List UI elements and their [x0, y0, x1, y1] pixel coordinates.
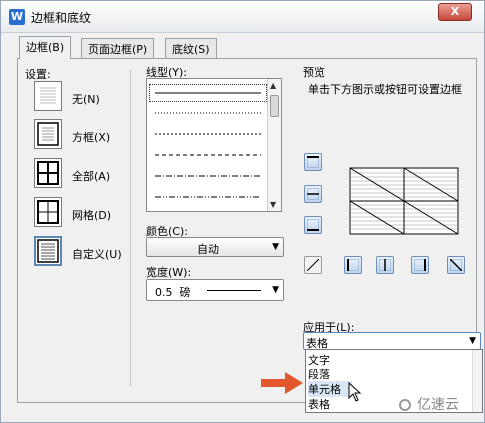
right-border-button[interactable] [411, 256, 429, 274]
setting-all-label[interactable]: 全部(A) [72, 168, 110, 184]
tab-borders[interactable]: 边框(B) [19, 36, 72, 59]
width-value: 0.5 磅 [155, 286, 191, 299]
tab-shading[interactable]: 底纹(S) [165, 38, 217, 58]
tab-page-border[interactable]: 页面边框(P) [81, 38, 155, 58]
diagonal-up-border-button[interactable] [304, 256, 322, 274]
red-arrow-icon [261, 372, 303, 394]
wps-app-icon: W [9, 9, 25, 25]
scroll-down-icon[interactable]: ▼ [270, 200, 276, 209]
mouse-cursor-icon [348, 382, 362, 402]
setting-none-label[interactable]: 无(N) [72, 91, 100, 107]
diagonal-down-border-button[interactable] [447, 256, 465, 274]
line-style-samples[interactable] [147, 79, 269, 211]
bottom-border-button[interactable] [304, 216, 322, 234]
setting-grid-icon[interactable] [34, 197, 62, 227]
inside-vertical-border-button[interactable] [376, 256, 394, 274]
settings-label: 设置: [25, 68, 51, 81]
setting-all-icon[interactable] [34, 158, 62, 188]
option-paragraph[interactable]: 段落 [308, 366, 330, 382]
inside-horizontal-border-button[interactable] [304, 185, 322, 203]
line-style-list[interactable]: ▲ ▼ [146, 78, 282, 212]
color-dropdown[interactable]: 自动 ▼ [146, 237, 284, 257]
line-style-scrollbar[interactable]: ▲ ▼ [267, 79, 281, 211]
apply-to-dropdown[interactable]: 表格 ▼ [303, 332, 481, 350]
options-scrollbar[interactable] [472, 350, 482, 412]
border-preview-table[interactable] [349, 167, 459, 235]
setting-box-icon[interactable] [34, 119, 62, 149]
option-table[interactable]: 表格 [308, 396, 330, 412]
option-cell[interactable]: 单元格 [308, 381, 352, 397]
setting-none-icon[interactable] [34, 81, 62, 111]
borders-shading-dialog: W 边框和底纹 X 边框(B) 页面边框(P) 底纹(S) 设置: 无(N) 方… [0, 0, 485, 423]
width-dropdown[interactable]: 0.5 磅 ▼ [146, 279, 284, 301]
setting-custom-label[interactable]: 自定义(U) [72, 246, 122, 262]
watermark-logo-icon [399, 399, 411, 411]
preview-hint: 单击下方图示或按钮可设置边框 [308, 83, 462, 96]
setting-box-label[interactable]: 方框(X) [72, 129, 110, 145]
color-value: 自动 [197, 243, 219, 256]
title-bar: W 边框和底纹 X [1, 1, 484, 33]
width-sample-line [207, 290, 261, 291]
column-divider [130, 69, 131, 387]
chevron-down-icon: ▼ [272, 285, 279, 295]
preview-label: 预览 [303, 66, 325, 79]
chevron-down-icon: ▼ [469, 336, 476, 346]
window-title: 边框和底纹 [31, 11, 92, 25]
setting-grid-label[interactable]: 网格(D) [72, 207, 111, 223]
scroll-thumb[interactable] [270, 95, 279, 117]
watermark-text: 亿速云 [417, 397, 459, 413]
close-button[interactable]: X [438, 3, 472, 21]
setting-custom-icon[interactable] [34, 236, 62, 266]
top-border-button[interactable] [304, 153, 322, 171]
left-border-button[interactable] [344, 256, 362, 274]
chevron-down-icon: ▼ [272, 242, 279, 252]
width-label: 宽度(W): [146, 266, 192, 279]
scroll-up-icon[interactable]: ▲ [270, 81, 276, 90]
